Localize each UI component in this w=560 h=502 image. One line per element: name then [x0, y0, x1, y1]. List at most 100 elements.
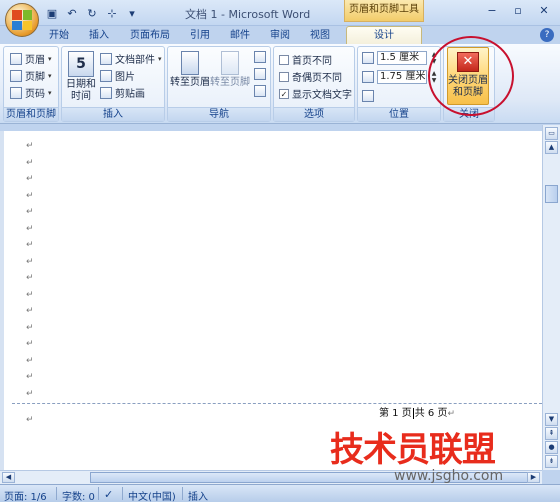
close-icon: ✕ [457, 52, 479, 72]
header-distance-control: 1.5 厘米 ▲ ▼ [362, 51, 438, 65]
header-icon [10, 52, 22, 65]
select-browse-object-icon[interactable]: ● [545, 441, 558, 454]
dropdown-arrow-icon: ▾ [48, 54, 52, 63]
quick-parts-button[interactable]: 文档部件 ▾ [100, 51, 162, 66]
previous-section-icon [254, 51, 266, 63]
link-to-previous-button[interactable] [254, 85, 266, 97]
show-document-text-checkbox[interactable]: ✓ 显示文档文字 [279, 86, 352, 101]
group-label: 插入 [62, 107, 164, 121]
group-label: 位置 [358, 107, 440, 121]
paragraph-mark: ↵ [26, 372, 34, 382]
checkbox-icon [279, 71, 289, 82]
window-controls: − ▫ ✕ [480, 3, 556, 19]
tab-home[interactable]: 开始 [44, 28, 74, 44]
status-insert-mode[interactable]: 插入 [188, 488, 208, 502]
text-cursor [412, 407, 414, 419]
paragraph-mark: ↵ [26, 240, 34, 250]
help-icon[interactable]: ? [540, 28, 554, 42]
status-language[interactable]: 中文(中国) [128, 488, 176, 502]
group-position: 1.5 厘米 ▲ ▼ 1.75 厘米 ▲ ▼ 位置 [357, 46, 441, 122]
status-separator [122, 487, 123, 500]
tab-page-layout[interactable]: 页面布局 [126, 28, 174, 44]
redo-icon[interactable]: ↻ [84, 5, 100, 21]
paragraph-mark: ↵ [26, 415, 34, 425]
footer-distance-input[interactable]: 1.75 厘米 [377, 70, 427, 84]
scroll-up-icon[interactable]: ▲ [545, 141, 558, 154]
previous-page-icon[interactable]: ⇞ [545, 427, 558, 440]
clip-art-button[interactable]: 剪贴画 [100, 85, 145, 100]
next-page-icon[interactable]: ⇟ [545, 455, 558, 468]
group-label: 选项 [274, 107, 354, 121]
paragraph-mark: ↵ [26, 289, 34, 300]
customize-qat-icon[interactable]: ▾ [124, 5, 140, 21]
ruler-toggle-icon[interactable]: ▭ [545, 127, 558, 140]
footer-button[interactable]: 页脚 ▾ [10, 68, 52, 83]
header-distance-input[interactable]: 1.5 厘米 [377, 51, 427, 65]
insert-alignment-tab-button[interactable] [362, 90, 374, 102]
group-insert: 5 日期和 时间 文档部件 ▾ 图片 剪贴画 插入 [61, 46, 165, 122]
clip-art-icon [100, 86, 112, 99]
title-bar: ▣ ↶ ↻ ⊹ ▾ 文档 1 - Microsoft Word 页眉和页脚工具 … [0, 0, 560, 26]
save-icon[interactable]: ▣ [44, 5, 60, 21]
goto-footer-icon [221, 51, 239, 75]
close-window-button[interactable]: ✕ [532, 3, 556, 19]
spell-check-icon[interactable]: ✓ [104, 488, 113, 501]
status-separator [56, 487, 57, 500]
paragraph-mark: ↵ [26, 207, 34, 217]
quick-access-toolbar: ▣ ↶ ↻ ⊹ ▾ [44, 5, 140, 21]
group-label: 导航 [168, 107, 270, 121]
scroll-left-icon[interactable]: ◀ [2, 472, 15, 483]
header-button[interactable]: 页眉 ▾ [10, 51, 52, 66]
status-separator [98, 487, 99, 500]
footer-page-number[interactable]: 第 1 页共 6 页↵ [379, 404, 455, 419]
close-header-footer-button[interactable]: ✕ 关闭页眉 和页脚 [447, 47, 489, 105]
document-page[interactable]: 第 1 页共 6 页↵ ↵ ↵ ↵ ↵ ↵ ↵ ↵ ↵ ↵ ↵ ↵ ↵ ↵ ↵ ↵ ↵ ↵ [4, 131, 542, 470]
horizontal-scrollbar[interactable]: ◀ ▶ [0, 470, 542, 484]
spinner-arrows-icon[interactable]: ▲ ▼ [430, 70, 438, 84]
tab-view[interactable]: 视图 [306, 28, 334, 44]
page-number-button[interactable]: 页码 ▾ [10, 85, 52, 100]
next-section-button[interactable] [254, 68, 266, 80]
maximize-button[interactable]: ▫ [506, 3, 530, 19]
previous-section-button[interactable] [254, 51, 266, 63]
paragraph-mark: ↵ [26, 157, 34, 168]
tab-design[interactable]: 设计 [346, 26, 422, 44]
tab-references[interactable]: 引用 [186, 28, 214, 44]
goto-header-icon [181, 51, 199, 75]
structure-icon[interactable]: ⊹ [104, 5, 120, 21]
next-section-icon [254, 68, 266, 80]
tab-insert[interactable]: 插入 [84, 28, 114, 44]
scroll-down-icon[interactable]: ▼ [545, 413, 558, 426]
document-area: 第 1 页共 6 页↵ ↵ ↵ ↵ ↵ ↵ ↵ ↵ ↵ ↵ ↵ ↵ ↵ ↵ ↵ ↵ ↵ ↵ [0, 131, 542, 470]
status-word-count[interactable]: 字数: 0 [62, 488, 95, 502]
quick-parts-icon [100, 52, 112, 65]
dropdown-arrow-icon: ▾ [158, 54, 162, 63]
link-icon [254, 85, 266, 97]
paragraph-mark: ↵ [26, 174, 34, 184]
date-time-button[interactable]: 5 日期和 时间 [66, 51, 96, 103]
header-position-icon [362, 52, 374, 64]
group-label: 关闭 [444, 107, 494, 121]
goto-header-button[interactable]: 转至页眉 [170, 51, 210, 89]
alignment-tab-icon [362, 90, 374, 102]
status-bar: 页面: 1/6 字数: 0 ✓ 中文(中国) 插入 [0, 484, 560, 502]
vertical-scrollbar[interactable]: ▭ ▲ ▼ ⇞ ● ⇟ [542, 125, 560, 470]
checkbox-icon [279, 54, 289, 65]
office-button[interactable] [5, 3, 39, 37]
paragraph-mark: ↵ [26, 141, 34, 151]
goto-footer-button[interactable]: 转至页脚 [210, 51, 250, 89]
scroll-thumb[interactable] [545, 185, 558, 203]
horizontal-scroll-thumb[interactable] [90, 472, 530, 483]
paragraph-mark: ↵ [26, 322, 34, 333]
spinner-arrows-icon[interactable]: ▲ ▼ [430, 51, 438, 65]
scroll-right-icon[interactable]: ▶ [527, 472, 540, 483]
picture-button[interactable]: 图片 [100, 68, 135, 83]
minimize-button[interactable]: − [480, 3, 504, 19]
different-odd-even-checkbox[interactable]: 奇偶页不同 [279, 69, 342, 84]
different-first-page-checkbox[interactable]: 首页不同 [279, 52, 332, 67]
status-page[interactable]: 页面: 1/6 [4, 488, 47, 502]
dropdown-arrow-icon: ▾ [48, 88, 52, 97]
tab-review[interactable]: 审阅 [266, 28, 294, 44]
tab-mailings[interactable]: 邮件 [226, 28, 254, 44]
undo-icon[interactable]: ↶ [64, 5, 80, 21]
